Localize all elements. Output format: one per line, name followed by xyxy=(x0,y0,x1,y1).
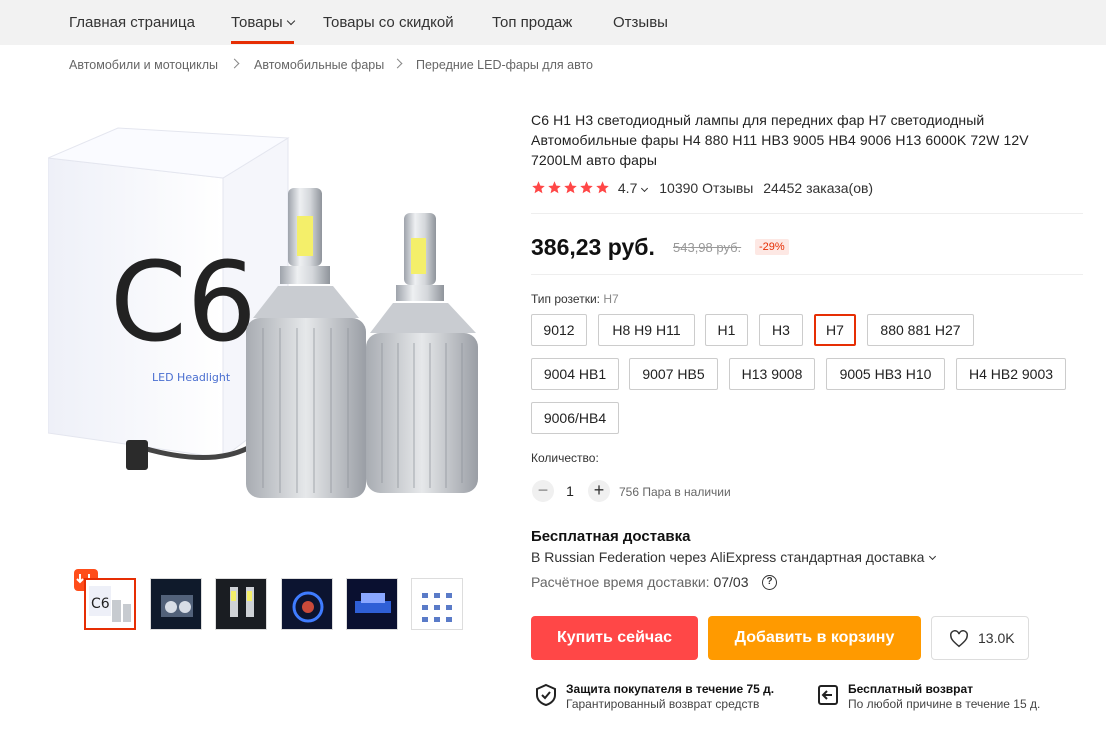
option-9004-hb1[interactable]: 9004 HB1 xyxy=(531,358,619,390)
star-icon xyxy=(564,181,577,194)
old-price: 543,98 руб. xyxy=(673,240,742,255)
option-h7[interactable]: H7 xyxy=(814,314,856,346)
chevron-down-icon xyxy=(286,16,295,26)
thumbnail-4[interactable] xyxy=(281,578,333,630)
star-icon xyxy=(548,181,561,194)
nav-products[interactable]: Товары xyxy=(231,14,295,44)
quantity-decrease-button[interactable]: − xyxy=(532,480,554,502)
option-9012[interactable]: 9012 xyxy=(531,314,587,346)
thumbnail-1[interactable]: C6 xyxy=(84,578,136,630)
return-icon xyxy=(818,685,838,705)
rating-stars xyxy=(531,180,615,196)
product-main-image[interactable]: C6 LED Headlight xyxy=(48,118,488,538)
free-return-title: Бесплатный возврат xyxy=(848,682,974,696)
product-title: C6 H1 H3 светодиодный лампы для передних… xyxy=(531,112,1029,168)
socket-label-text: Тип розетки: xyxy=(531,292,600,306)
chevron-down-icon xyxy=(641,184,649,193)
shipping-method[interactable]: В Russian Federation через AliExpress ст… xyxy=(531,549,937,565)
top-navigation: Главная страница Товары Товары со скидко… xyxy=(0,0,1106,45)
add-to-cart-button[interactable]: Добавить в корзину xyxy=(708,616,921,660)
option-9005-hb3-h10[interactable]: 9005 HB3 H10 xyxy=(826,358,945,390)
shipping-title: Бесплатная доставка xyxy=(531,528,691,545)
nav-top-sales[interactable]: Топ продаж xyxy=(492,14,572,31)
star-icon xyxy=(532,181,545,194)
wishlist-button[interactable]: 13.0K xyxy=(931,616,1029,660)
delivery-time-label: Расчётное время доставки: xyxy=(531,574,710,590)
reviews-count[interactable]: 10390 Отзывы xyxy=(659,180,753,196)
box-logo-text: C6 xyxy=(110,238,257,366)
option-880-881-h27[interactable]: 880 881 H27 xyxy=(867,314,974,346)
breadcrumb-item[interactable]: Автомобили и мотоциклы xyxy=(69,58,218,72)
delivery-time-value: 07/03 xyxy=(713,574,749,590)
chevron-down-icon xyxy=(929,552,937,561)
option-h13-9008[interactable]: H13 9008 xyxy=(729,358,815,390)
option-h8-h9-h11[interactable]: H8 H9 H11 xyxy=(598,314,695,346)
discount-badge: -29% xyxy=(755,239,789,255)
shipping-method-text: В Russian Federation через AliExpress ст… xyxy=(531,549,925,565)
socket-selected-value: H7 xyxy=(603,292,619,306)
star-icon xyxy=(596,181,609,194)
heart-icon xyxy=(950,630,968,648)
thumbnail-5[interactable] xyxy=(346,578,398,630)
buyer-protection-title: Защита покупателя в течение 75 д. xyxy=(566,682,775,696)
thumbnail-logo-text: C6 xyxy=(91,596,110,612)
nav-products-label: Товары xyxy=(231,14,283,31)
help-icon[interactable]: ? xyxy=(762,575,777,590)
box-caption-text: LED Headlight xyxy=(152,371,231,384)
star-icon xyxy=(580,181,593,194)
option-9007-hb5[interactable]: 9007 HB5 xyxy=(629,358,718,390)
thumbnail-2[interactable] xyxy=(150,578,202,630)
rating-row: 4.7 10390 Отзывы 24452 заказа(ов) xyxy=(531,180,873,200)
breadcrumb-item[interactable]: Передние LED-фары для авто xyxy=(416,58,593,72)
chevron-right-icon xyxy=(229,58,240,69)
option-9006-hb4[interactable]: 9006/HB4 xyxy=(531,402,619,434)
nav-discounted[interactable]: Товары со скидкой xyxy=(323,14,454,31)
option-h3[interactable]: H3 xyxy=(759,314,803,346)
shield-icon xyxy=(536,683,556,707)
wishlist-count: 13.0K xyxy=(978,630,1015,646)
orders-count: 24452 заказа(ов) xyxy=(763,180,874,196)
breadcrumb-item[interactable]: Автомобильные фары xyxy=(254,58,384,72)
divider xyxy=(531,274,1083,275)
free-return-subtitle: По любой причине в течение 15 д. xyxy=(848,697,1041,711)
delivery-time: Расчётное время доставки: 07/03 xyxy=(531,574,749,590)
stock-count: 756 Пара в наличии xyxy=(619,485,731,499)
current-price: 386,23 руб. xyxy=(531,234,655,260)
thumbnail-6[interactable] xyxy=(411,578,463,630)
quantity-label: Количество: xyxy=(531,451,599,465)
quantity-value[interactable]: 1 xyxy=(562,483,578,499)
buy-now-button[interactable]: Купить сейчас xyxy=(531,616,698,660)
thumbnail-3[interactable] xyxy=(215,578,267,630)
rating-value[interactable]: 4.7 xyxy=(618,180,637,196)
quantity-increase-button[interactable]: + xyxy=(588,480,610,502)
option-h1[interactable]: H1 xyxy=(705,314,748,346)
buyer-protection-subtitle: Гарантированный возврат средств xyxy=(566,697,760,711)
nav-reviews[interactable]: Отзывы xyxy=(613,14,668,31)
socket-label: Тип розетки: H7 xyxy=(531,292,619,306)
nav-home[interactable]: Главная страница xyxy=(69,14,195,31)
divider xyxy=(531,213,1083,214)
chevron-right-icon xyxy=(392,58,403,69)
option-h4-hb2-9003[interactable]: H4 HB2 9003 xyxy=(956,358,1066,390)
